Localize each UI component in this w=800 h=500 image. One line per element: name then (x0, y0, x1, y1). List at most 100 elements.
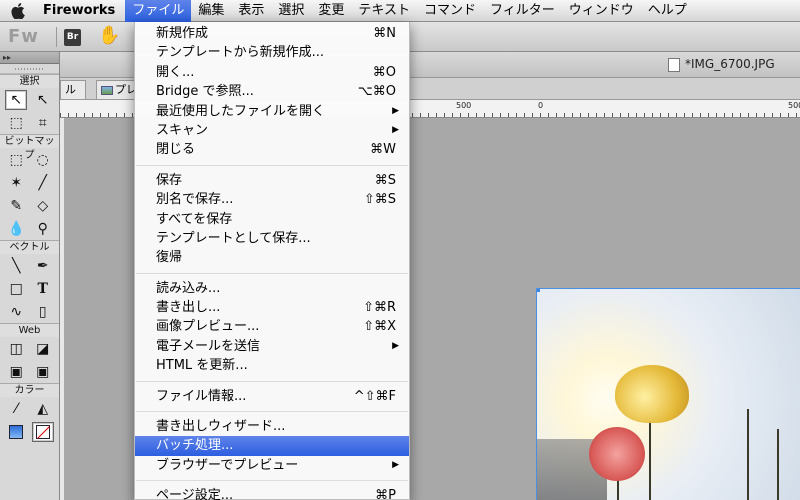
menu-window[interactable]: ウィンドウ (562, 0, 641, 22)
hide-slices-icon[interactable]: ▣ (5, 362, 27, 382)
file-menu-item[interactable]: 書き出しウィザード... (135, 417, 409, 436)
file-menu-item[interactable]: 閉じる ⌘W (135, 140, 409, 159)
fill-color-icon[interactable] (31, 421, 54, 442)
menu-item-label: 保存 (156, 172, 183, 188)
file-menu-item[interactable]: 開く... ⌘O (135, 63, 409, 82)
show-slices-icon[interactable]: ▣ (32, 362, 54, 382)
stroke-color-icon[interactable] (5, 422, 27, 442)
menu-commands[interactable]: コマンド (417, 0, 483, 22)
file-menu-item[interactable]: バッチ処理... (135, 436, 409, 456)
menu-item-label: HTML を更新... (156, 358, 248, 374)
lasso-tool-icon[interactable]: ◌ (32, 150, 54, 170)
menu-item-shortcut: ⇧⌘S (363, 192, 396, 208)
marquee-tool-icon[interactable]: ⬚ (5, 150, 27, 170)
menu-item-label: ファイル情報... (156, 388, 247, 404)
selection-handle[interactable] (537, 289, 540, 292)
file-menu-item[interactable]: 書き出し... ⇧⌘R (135, 298, 409, 317)
menu-item-label: 最近使用したファイルを開く (156, 103, 326, 119)
stroke-color-swatch (9, 424, 24, 439)
menu-item-label: 読み込み... (156, 280, 221, 296)
tab-original-label: ル (65, 83, 76, 96)
file-menu-item[interactable]: 最近使用したファイルを開く ▶ (135, 102, 409, 121)
menu-select[interactable]: 選択 (271, 0, 311, 22)
menu-item-shortcut: ⌘N (373, 26, 396, 41)
file-menu-item[interactable]: ファイル情報... ^⇧⌘F (135, 387, 409, 406)
file-menu-item[interactable]: ブラウザーでプレビュー ▶ (135, 456, 409, 475)
preview-image-icon (101, 85, 113, 95)
magic-wand-icon[interactable]: ✶ (5, 173, 27, 193)
knife-tool-icon[interactable]: ▯ (32, 302, 54, 322)
hand-tool-icon[interactable]: ✋ (98, 25, 120, 46)
menu-edit[interactable]: 編集 (191, 0, 231, 22)
crop-tool-icon[interactable]: ⌗ (32, 113, 54, 133)
text-tool-icon[interactable]: T (32, 279, 54, 299)
menu-item-label: 復帰 (156, 250, 183, 266)
eyedropper-tool-icon[interactable]: ⁄ (5, 399, 27, 419)
menu-item-label: 電子メールを送信 (156, 338, 261, 354)
scale-tool-icon[interactable]: ⬚ (5, 113, 27, 133)
file-menu-item[interactable]: 読み込み... (135, 279, 409, 298)
menu-text[interactable]: テキスト (351, 0, 417, 22)
eraser-tool-icon[interactable]: ◇ (32, 196, 54, 216)
pointer-tool-icon[interactable]: ↖ (5, 89, 28, 110)
submenu-arrow-icon: ▶ (392, 459, 399, 470)
apple-menu-icon[interactable] (0, 2, 36, 19)
file-menu-item[interactable]: テンプレートとして保存... (135, 229, 409, 248)
bridge-button[interactable]: Br (64, 29, 81, 46)
pencil-tool-icon[interactable]: ✎ (5, 196, 27, 216)
photo-red-poppy (589, 427, 645, 481)
brush-tool-icon[interactable]: ╱ (32, 173, 54, 193)
tools-panel-grip[interactable] (0, 64, 59, 74)
rubber-stamp-icon[interactable]: ⚲ (32, 219, 54, 239)
menu-item-label: スキャン (156, 122, 209, 138)
line-tool-icon[interactable]: ╲ (5, 256, 27, 276)
subselection-tool-icon[interactable]: ↖ (32, 90, 54, 110)
menu-item-shortcut: ⌥⌘O (357, 84, 396, 100)
tools-panel-header[interactable]: ▸▸ (0, 52, 59, 64)
submenu-arrow-icon: ▶ (392, 340, 399, 351)
menu-item-label: 別名で保存... (156, 192, 234, 208)
tab-original[interactable]: ル (60, 80, 86, 99)
file-menu-item[interactable]: 保存 ⌘S (135, 171, 409, 190)
menu-item-shortcut: ⌘S (374, 172, 396, 188)
menu-item-label: Bridge で参照... (156, 84, 254, 100)
paint-bucket-icon[interactable]: ◭ (32, 399, 54, 419)
menu-item-label: 書き出し... (156, 300, 221, 316)
fireworks-logo: Fw (8, 26, 39, 47)
ruler-label: 500 (788, 101, 800, 110)
file-menu-item[interactable]: HTML を更新... (135, 356, 409, 375)
menu-item-label: 画像プレビュー... (156, 319, 260, 335)
menu-help[interactable]: ヘルプ (641, 0, 694, 22)
menu-item-label: すべてを保存 (156, 211, 233, 227)
file-menu-item[interactable]: 電子メールを送信 ▶ (135, 337, 409, 356)
file-menu-item[interactable]: Bridge で参照... ⌥⌘O (135, 82, 409, 101)
slice-tool-icon[interactable]: ◪ (32, 339, 54, 359)
section-select: 選択 (0, 74, 59, 88)
menu-item-label: 書き出しウィザード... (156, 419, 286, 435)
document-image[interactable] (536, 288, 800, 500)
file-menu-item[interactable]: 新規作成 ⌘N (135, 24, 409, 43)
file-menu-item[interactable]: すべてを保存 (135, 210, 409, 229)
file-menu-item[interactable]: 別名で保存... ⇧⌘S (135, 190, 409, 209)
blur-tool-icon[interactable]: 💧 (5, 219, 27, 239)
menu-modify[interactable]: 変更 (311, 0, 351, 22)
file-menu-item[interactable]: 画像プレビュー... ⇧⌘X (135, 317, 409, 336)
rectangle-tool-icon[interactable]: □ (5, 279, 27, 299)
menu-filters[interactable]: フィルター (483, 0, 562, 22)
file-menu-item[interactable]: 復帰 (135, 248, 409, 267)
hotspot-tool-icon[interactable]: ◫ (5, 339, 27, 359)
file-menu-dropdown: 新規作成 ⌘N テンプレートから新規作成... 開く... ⌘O Bridge で参照..… (134, 22, 410, 500)
menu-fireworks[interactable]: Fireworks (36, 0, 125, 22)
menu-file[interactable]: ファイル (125, 0, 192, 22)
menu-view[interactable]: 表示 (231, 0, 271, 22)
file-menu-item[interactable]: スキャン ▶ (135, 121, 409, 140)
tab-preview-label: プレ (115, 83, 136, 96)
pen-tool-icon[interactable]: ✒ (32, 256, 54, 276)
file-menu-item[interactable]: ページ設定... ⌘P (135, 486, 409, 500)
tab-preview[interactable]: プレ (96, 80, 136, 99)
menu-item-shortcut: ⌘P (375, 488, 396, 500)
file-menu-item[interactable]: テンプレートから新規作成... (135, 43, 409, 62)
freeform-tool-icon[interactable]: ∿ (5, 302, 27, 322)
menu-item-label: ブラウザーでプレビュー (156, 457, 299, 473)
menu-separator (135, 160, 409, 171)
